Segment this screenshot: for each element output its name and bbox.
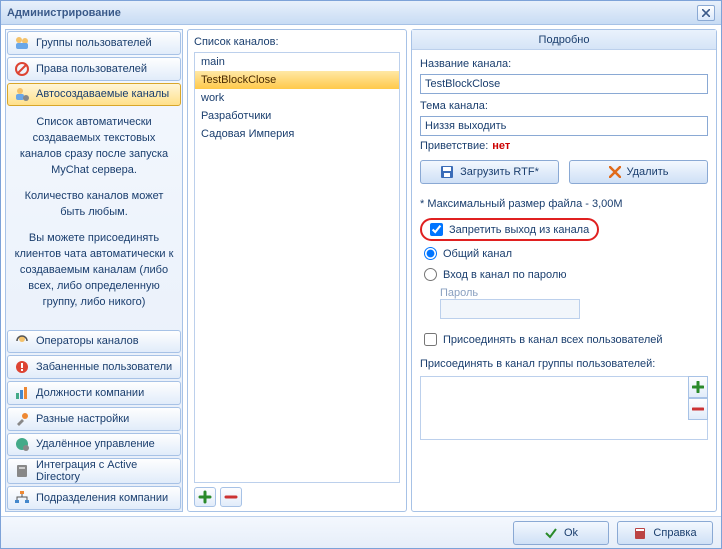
details-body: Название канала: Тема канала: Приветстви… xyxy=(412,50,716,446)
help-button[interactable]: Справка xyxy=(617,521,713,545)
headset-icon xyxy=(14,333,30,349)
channel-list-item[interactable]: Разработчики xyxy=(195,107,399,125)
channel-topic-label: Тема канала: xyxy=(420,100,708,112)
org-tree-icon xyxy=(14,490,30,506)
password-input xyxy=(440,299,580,319)
channel-name-label: Название канала: xyxy=(420,58,708,70)
minus-icon xyxy=(224,490,238,504)
password-channel-label: Вход в канал по паролю xyxy=(443,269,567,281)
tools-icon xyxy=(14,411,30,427)
nav-active-directory[interactable]: Интеграция с Active Directory xyxy=(7,458,181,484)
forbid-exit-highlight: Запретить выход из канала xyxy=(420,218,599,241)
load-rtf-button[interactable]: Загрузить RTF* xyxy=(420,160,559,184)
person-gear-icon xyxy=(14,86,30,102)
greeting-row: Приветствие: нет xyxy=(420,140,708,152)
public-channel-label: Общий канал xyxy=(443,248,512,260)
password-label: Пароль xyxy=(440,287,708,299)
forbid-exit-checkbox[interactable] xyxy=(430,223,443,236)
nav-remote-management[interactable]: Удалённое управление xyxy=(7,433,181,457)
nav-description: Список автоматически создаваемых текстов… xyxy=(6,107,182,328)
users-icon xyxy=(14,35,30,51)
join-all-checkbox[interactable] xyxy=(424,333,437,346)
no-entry-icon xyxy=(14,61,30,77)
nav-auto-channels[interactable]: Автосоздаваемые каналы xyxy=(7,83,181,107)
channel-list-item[interactable]: TestBlockClose xyxy=(195,71,399,89)
check-icon xyxy=(544,526,558,540)
channels-toolbar xyxy=(194,483,400,507)
dialog-footer: Ok Справка xyxy=(1,516,721,548)
plus-icon xyxy=(692,381,704,393)
channels-pane: Список каналов: mainTestBlockCloseworkРа… xyxy=(187,29,407,512)
minus-icon xyxy=(692,403,704,415)
delete-icon xyxy=(609,166,621,178)
nav-user-groups[interactable]: Группы пользователей xyxy=(7,31,181,55)
nav-company-departments[interactable]: Подразделения компании xyxy=(7,486,181,510)
join-groups-list[interactable] xyxy=(420,376,708,440)
public-channel-radio[interactable] xyxy=(424,247,437,260)
ok-button[interactable]: Ok xyxy=(513,521,609,545)
forbid-exit-label: Запретить выход из канала xyxy=(449,224,589,236)
nav-channel-operators[interactable]: Операторы каналов xyxy=(7,330,181,354)
max-file-size-note: * Максимальный размер файла - 3,00M xyxy=(420,198,708,210)
titlebar: Администрирование xyxy=(1,1,721,25)
nav-banned-users[interactable]: Забаненные пользователи xyxy=(7,355,181,379)
exclamation-icon xyxy=(14,359,30,375)
remove-channel-button[interactable] xyxy=(220,487,242,507)
password-section: Пароль xyxy=(440,287,708,319)
left-nav-pane: Группы пользователей Права пользователей… xyxy=(5,29,183,512)
book-icon xyxy=(633,526,647,540)
plus-icon xyxy=(198,490,212,504)
bar-chart-icon xyxy=(14,385,30,401)
password-channel-radio[interactable] xyxy=(424,268,437,281)
greeting-label: Приветствие: xyxy=(420,140,488,152)
server-icon xyxy=(14,463,30,479)
add-group-button[interactable] xyxy=(688,376,708,398)
channel-list-item[interactable]: Садовая Империя xyxy=(195,125,399,143)
remove-group-button[interactable] xyxy=(688,398,708,420)
channel-name-input[interactable] xyxy=(420,74,708,94)
admin-window: Администрирование Группы пользователей П… xyxy=(0,0,722,549)
globe-gear-icon xyxy=(14,436,30,452)
window-close-button[interactable] xyxy=(697,5,715,21)
close-icon xyxy=(702,9,710,17)
nav-user-rights[interactable]: Права пользователей xyxy=(7,57,181,81)
nav-company-positions[interactable]: Должности компании xyxy=(7,381,181,405)
details-pane: Подробно Название канала: Тема канала: П… xyxy=(411,29,717,512)
channels-list-label: Список каналов: xyxy=(194,32,400,52)
add-channel-button[interactable] xyxy=(194,487,216,507)
nav-misc-settings[interactable]: Разные настройки xyxy=(7,407,181,431)
join-groups-label: Присоединять в канал группы пользователе… xyxy=(420,358,708,370)
channel-list-item[interactable]: main xyxy=(195,53,399,71)
details-header: Подробно xyxy=(412,30,716,50)
channels-list[interactable]: mainTestBlockCloseworkРазработчикиСадова… xyxy=(194,52,400,483)
save-icon xyxy=(440,165,454,179)
join-all-label: Присоединять в канал всех пользователей xyxy=(443,334,663,346)
content-area: Группы пользователей Права пользователей… xyxy=(1,25,721,516)
channel-topic-input[interactable] xyxy=(420,116,708,136)
greeting-value: нет xyxy=(492,140,510,152)
delete-button[interactable]: Удалить xyxy=(569,160,708,184)
window-title: Администрирование xyxy=(7,7,121,19)
channel-list-item[interactable]: work xyxy=(195,89,399,107)
